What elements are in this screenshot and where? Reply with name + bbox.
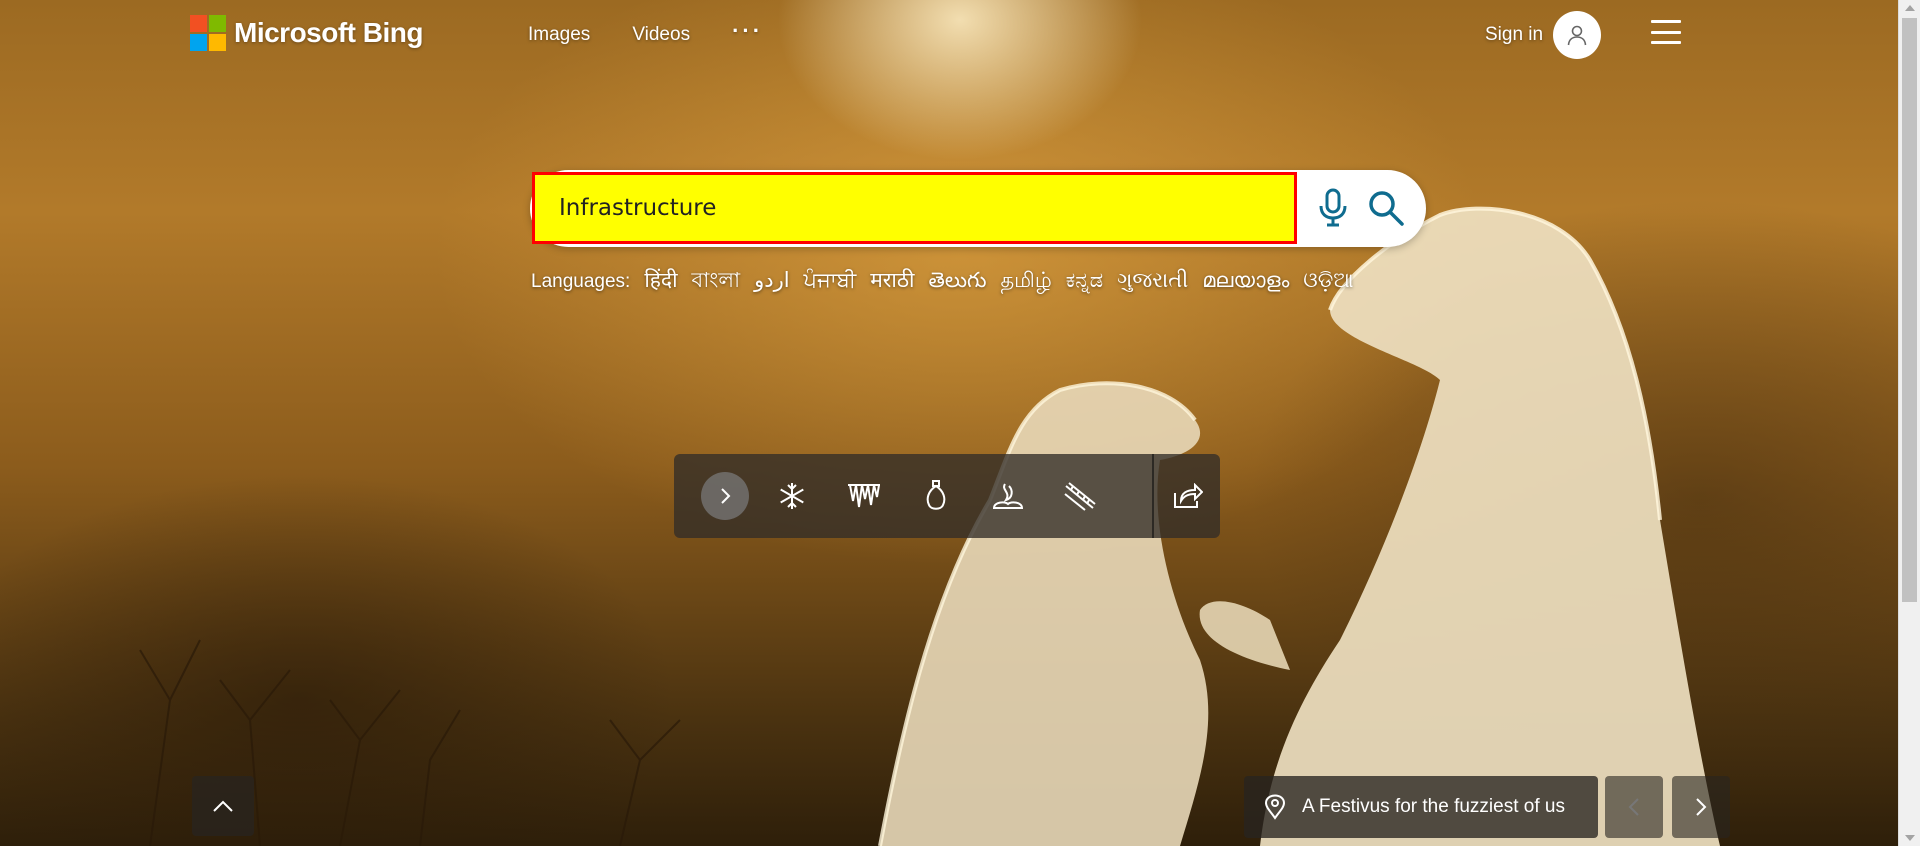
garland-icon[interactable] — [1056, 472, 1104, 520]
scroll-up-arrow-icon[interactable] — [1905, 5, 1915, 11]
languages-label: Languages: — [531, 271, 631, 292]
hamburger-menu-icon[interactable] — [1651, 20, 1681, 44]
microphone-icon[interactable] — [1318, 188, 1348, 233]
image-toolbar — [674, 454, 1220, 538]
top-nav: Images Videos ··· — [528, 18, 805, 46]
nav-images[interactable]: Images — [528, 24, 590, 46]
icicles-icon[interactable] — [840, 472, 888, 520]
language-link[interactable]: తెలుగు — [928, 268, 986, 298]
snowflake-icon[interactable] — [768, 472, 816, 520]
user-avatar-icon — [1553, 11, 1602, 59]
language-link[interactable]: हिंदी — [644, 266, 677, 294]
language-link[interactable]: বাংলা — [692, 264, 741, 299]
nav-videos[interactable]: Videos — [632, 24, 690, 46]
language-link[interactable]: മലയാളം — [1202, 268, 1289, 293]
language-link[interactable]: ଓଡ଼ିଆ — [1303, 268, 1353, 293]
brand-name: Microsoft Bing — [234, 17, 424, 48]
languages-bar: Languages: हिंदी বাংলা اردو ਪੰਜਾਬੀ मराठी… — [531, 264, 1368, 299]
caption-text: A Festivus for the fuzziest of us — [1302, 796, 1565, 817]
scrollbar-thumb[interactable] — [1902, 18, 1917, 602]
chevron-up-icon — [213, 800, 233, 812]
scroll-up-button[interactable] — [192, 776, 254, 836]
chevron-left-icon — [1628, 798, 1639, 816]
ornament-icon[interactable] — [912, 472, 960, 520]
location-pin-icon — [1264, 794, 1286, 820]
search-input[interactable] — [532, 172, 1297, 244]
sign-in-button[interactable]: Sign in — [1485, 11, 1602, 59]
bing-logo[interactable]: Microsoft Bing — [190, 15, 424, 51]
language-link[interactable]: मराठी — [870, 266, 914, 294]
image-caption-link[interactable]: A Festivus for the fuzziest of us — [1244, 776, 1598, 838]
language-link[interactable]: ગુજરાતી — [1117, 268, 1188, 293]
language-link[interactable]: ಕನ್ನಡ — [1066, 268, 1103, 293]
scroll-down-arrow-icon[interactable] — [1905, 835, 1915, 841]
background-image — [0, 0, 1898, 846]
chevron-right-icon[interactable] — [701, 472, 749, 520]
next-image-button[interactable] — [1672, 776, 1730, 838]
language-link[interactable]: اردو — [754, 268, 789, 292]
search-box — [530, 170, 1426, 247]
search-icon[interactable] — [1366, 188, 1406, 233]
toolbar-divider — [1152, 454, 1154, 538]
previous-image-button[interactable] — [1605, 776, 1663, 838]
microsoft-logo-icon — [190, 15, 226, 51]
chevron-right-icon — [1696, 798, 1707, 816]
campfire-icon[interactable] — [984, 472, 1032, 520]
language-link[interactable]: ਪੰਜਾਬੀ — [804, 268, 857, 293]
language-link[interactable]: தமிழ் — [1001, 268, 1052, 295]
share-icon[interactable] — [1164, 472, 1212, 520]
page-scrollbar[interactable] — [1898, 0, 1920, 846]
sign-in-label: Sign in — [1485, 24, 1544, 45]
more-menu-button[interactable]: ··· — [732, 18, 763, 46]
